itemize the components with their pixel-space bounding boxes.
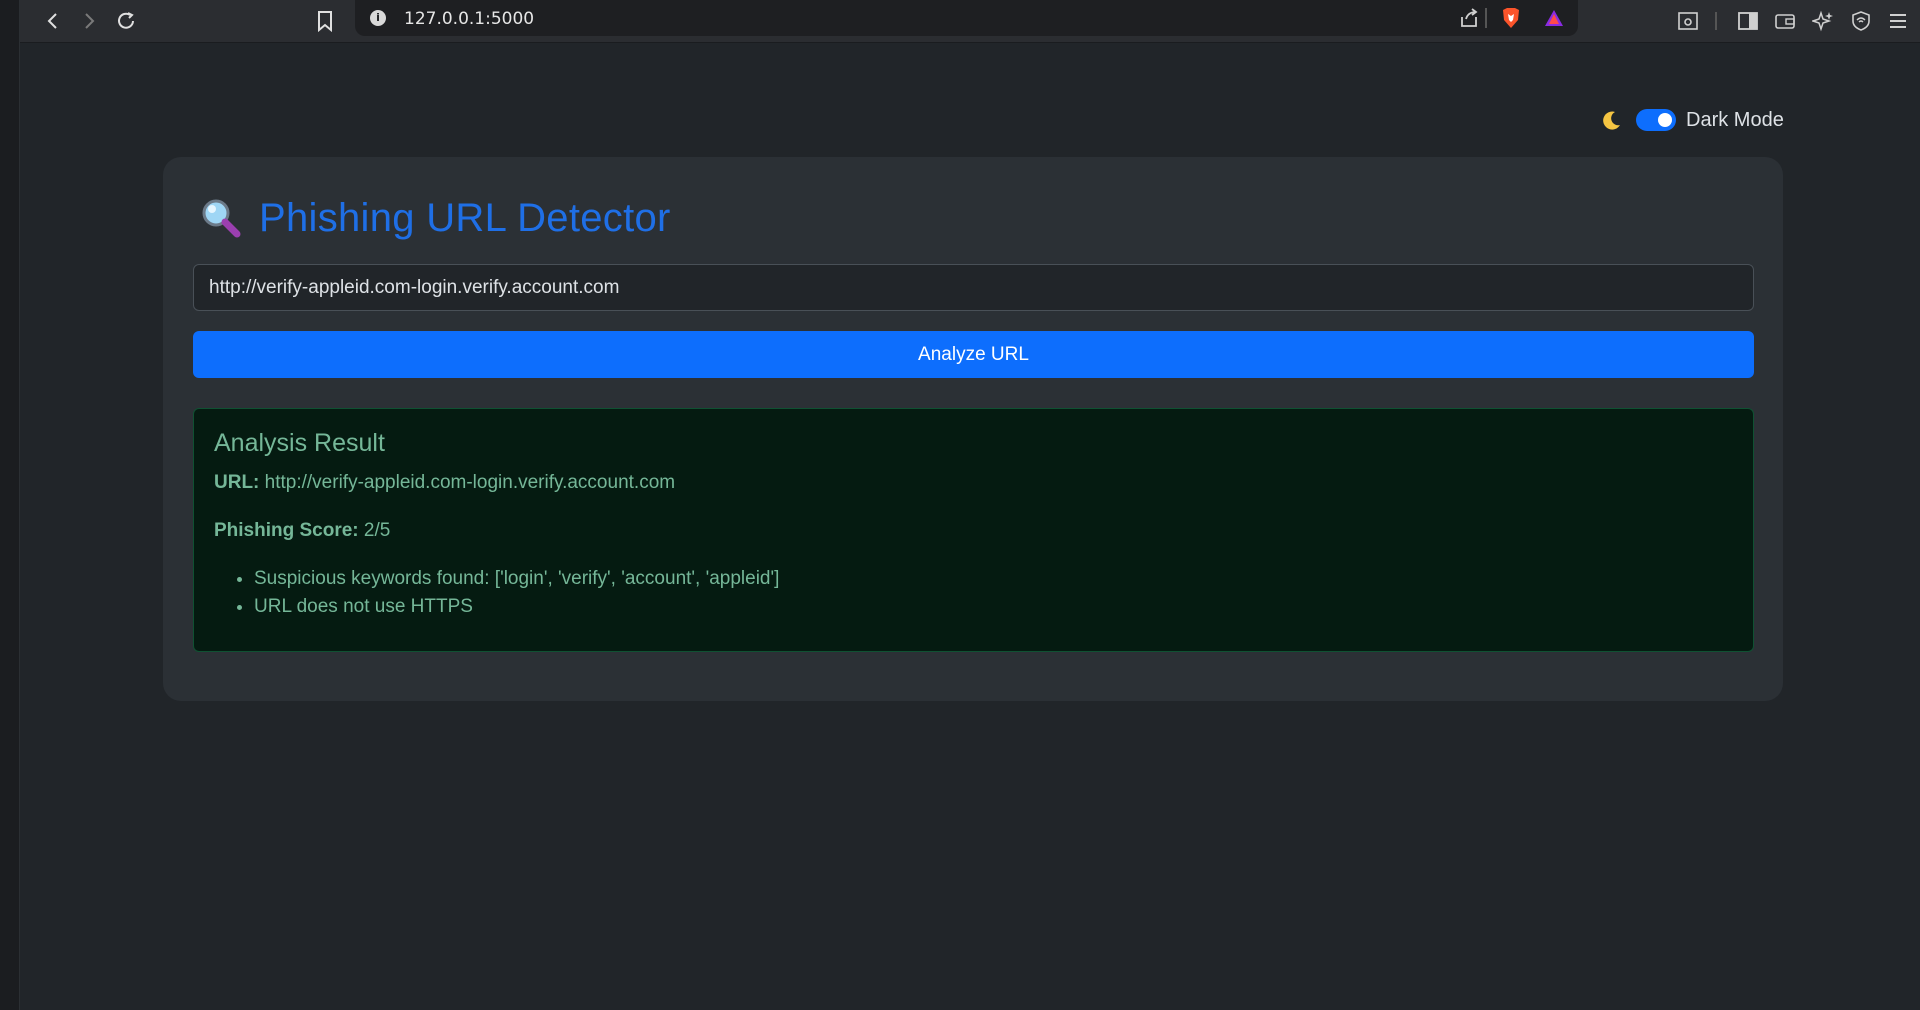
brave-rewards-icon[interactable] <box>1541 6 1567 30</box>
window-edge <box>0 0 20 1010</box>
page-title: Phishing URL Detector <box>259 195 671 240</box>
leo-ai-icon[interactable] <box>1808 6 1838 36</box>
detector-card: Phishing URL Detector Analyze URL Analys… <box>163 157 1783 701</box>
magnifier-icon <box>202 199 241 238</box>
site-info-icon[interactable]: i <box>370 10 386 26</box>
dark-mode-switch[interactable] <box>1636 109 1676 131</box>
wallet-icon[interactable] <box>1770 6 1800 36</box>
finding-item: Suspicious keywords found: ['login', 've… <box>254 568 1733 590</box>
dark-mode-label: Dark Mode <box>1686 108 1784 131</box>
vpn-shield-icon[interactable] <box>1846 6 1876 36</box>
result-heading: Analysis Result <box>214 429 385 457</box>
result-score-label: Phishing Score: <box>214 520 364 541</box>
result-url: URL: http://verify-appleid.com-login.ver… <box>214 472 1733 494</box>
tab-search-icon[interactable] <box>1673 6 1703 36</box>
address-bar[interactable]: i 127.0.0.1:5000 <box>355 0 1578 36</box>
result-url-value: http://verify-appleid.com-login.verify.a… <box>264 472 676 493</box>
separator <box>1715 12 1717 30</box>
menu-icon[interactable] <box>1883 6 1913 36</box>
brave-shields-icon[interactable] <box>1498 6 1524 30</box>
address-url: 127.0.0.1:5000 <box>404 9 535 29</box>
result-score-value: 2/5 <box>363 520 391 541</box>
forward-icon[interactable] <box>74 6 104 36</box>
analyze-url-button[interactable]: Analyze URL <box>193 331 1754 378</box>
analysis-result: Analysis Result URL: http://verify-apple… <box>193 408 1754 652</box>
title-row: Phishing URL Detector <box>199 193 671 243</box>
sidebar-icon[interactable] <box>1733 6 1763 36</box>
moon-icon <box>1603 111 1620 130</box>
result-url-label: URL: <box>214 472 265 493</box>
findings-list: Suspicious keywords found: ['login', 've… <box>214 568 1733 618</box>
share-icon[interactable] <box>1455 6 1483 30</box>
url-input[interactable] <box>193 264 1754 311</box>
back-icon[interactable] <box>38 6 68 36</box>
result-score: Phishing Score: 2/5 <box>214 520 1733 542</box>
bookmark-icon[interactable] <box>310 6 340 36</box>
reload-icon[interactable] <box>111 6 141 36</box>
separator <box>1485 8 1487 28</box>
browser-toolbar: i 127.0.0.1:5000 <box>20 0 1920 43</box>
dark-mode-toggle[interactable]: Dark Mode <box>1600 105 1784 135</box>
finding-item: URL does not use HTTPS <box>254 596 1733 618</box>
